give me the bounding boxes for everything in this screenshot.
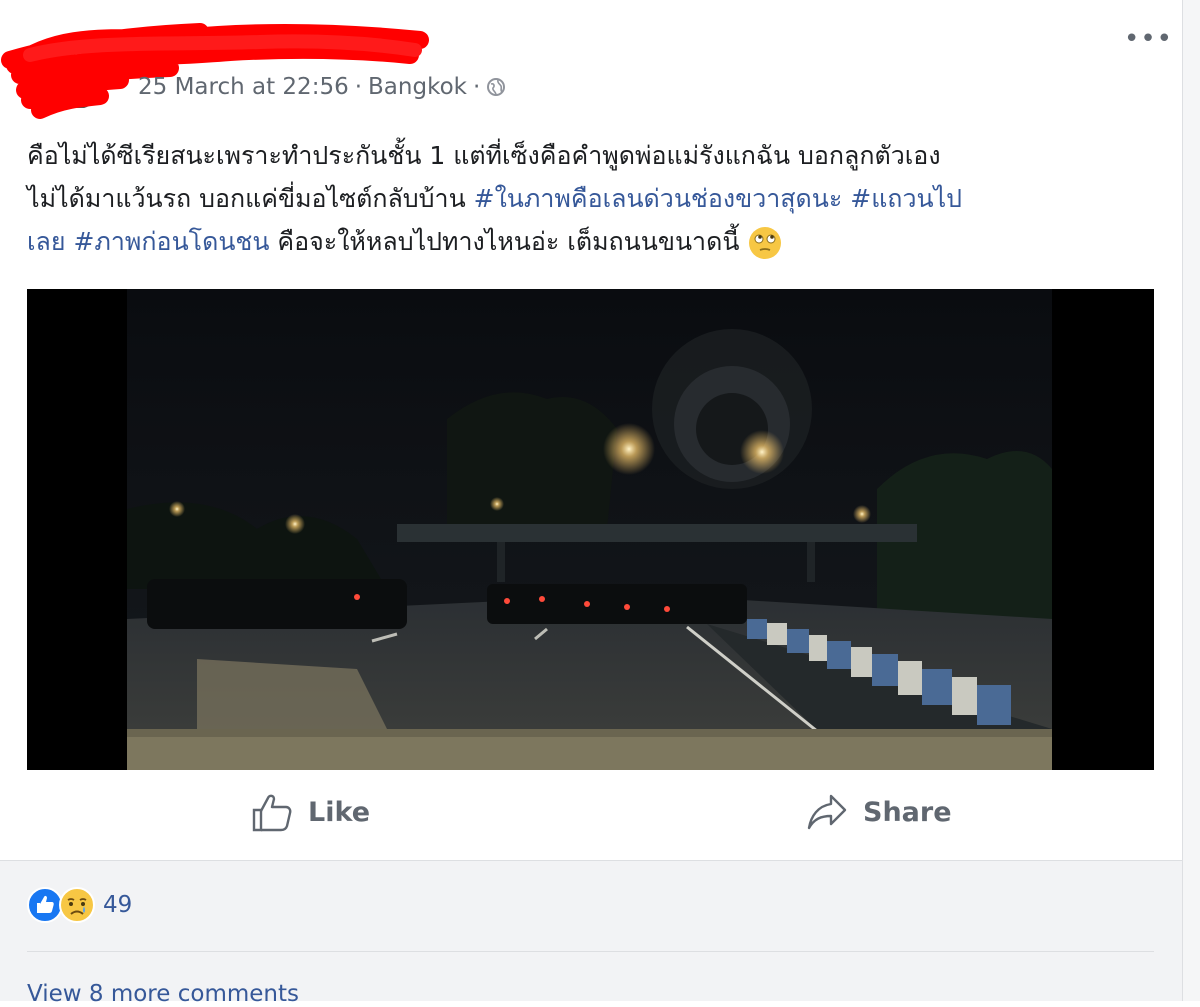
- hashtag-link-2[interactable]: #แถวนไป: [850, 184, 962, 213]
- post-actions-bar: Like Share: [0, 772, 1182, 861]
- post-text-line2: ไม่ได้มาแว้นรถ บอกแค่ขี่มอไซต์กลับบ้าน: [27, 184, 474, 213]
- hashtag-link-2-cont[interactable]: เลย: [27, 227, 66, 256]
- thumbs-up-icon: [252, 794, 292, 832]
- post-header: 25 March at 22:56 · Bangkok · •••: [0, 0, 1182, 120]
- post-timestamp[interactable]: 25 March at 22:56: [138, 74, 349, 100]
- reaction-count: 49: [103, 892, 133, 918]
- post-meta: 25 March at 22:56 · Bangkok ·: [138, 74, 506, 100]
- video-player[interactable]: [27, 289, 1154, 770]
- post-text-line1: คือไม่ได้ซีเรียสนะเพราะทำประกันชั้น 1 แต…: [27, 141, 941, 170]
- globe-icon: [487, 78, 506, 96]
- post-body-text: คือไม่ได้ซีเรียสนะเพราะทำประกันชั้น 1 แต…: [27, 134, 1157, 263]
- sad-reaction-icon: [59, 887, 95, 923]
- like-button[interactable]: Like: [250, 790, 370, 834]
- comments-section: 49 View 8 more comments: [0, 861, 1182, 1007]
- more-options-button[interactable]: •••: [1124, 24, 1173, 54]
- view-more-comments-link[interactable]: View 8 more comments: [27, 981, 299, 1007]
- hashtag-link-3[interactable]: #ภาพก่อนโดนชน: [73, 227, 269, 256]
- meta-separator-2: ·: [472, 74, 481, 100]
- post-card: 25 March at 22:56 · Bangkok · ••• คือไม่…: [0, 0, 1183, 1007]
- like-label: Like: [308, 796, 371, 828]
- reactions-summary[interactable]: 49: [27, 887, 132, 923]
- hashtag-link-1[interactable]: #ในภาพคือเลนด่วนช่องขวาสุดนะ: [474, 184, 843, 213]
- share-label: Share: [863, 796, 952, 828]
- meta-separator: ·: [354, 74, 363, 100]
- share-arrow-icon: [807, 794, 847, 830]
- like-reaction-icon: [27, 887, 63, 923]
- post-location[interactable]: Bangkok: [368, 74, 467, 100]
- post-text-line3: คือจะให้หลบไปทางไหนอ่ะ เต็มถนนขนาดนี้: [269, 227, 748, 256]
- comments-divider: [27, 951, 1154, 952]
- page-gutter: [1183, 0, 1200, 1001]
- eye-roll-emoji-icon: [749, 227, 782, 259]
- dashcam-night-road-video-frame: [27, 289, 1154, 770]
- share-button[interactable]: Share: [805, 790, 952, 834]
- redaction-mark: [1, 23, 429, 119]
